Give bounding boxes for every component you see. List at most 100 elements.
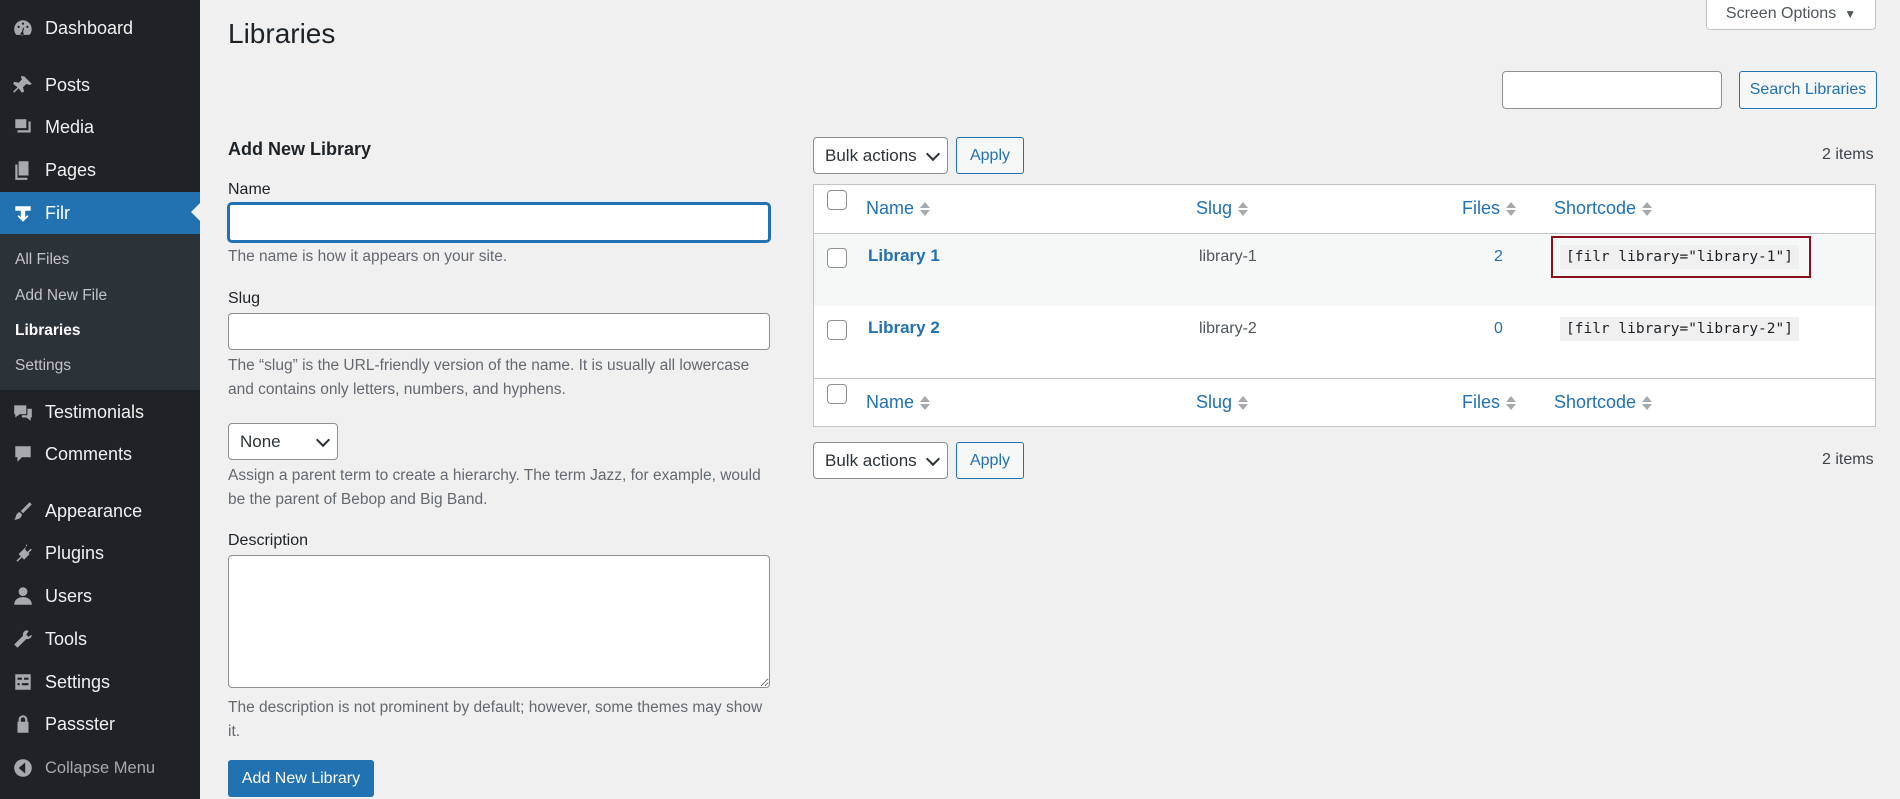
sidebar-item-label: Dashboard (45, 17, 134, 38)
table-row: Library 2 library-2 0 [filr library="lib… (814, 306, 1875, 378)
sort-icon (1642, 395, 1653, 410)
testimonials-icon (0, 401, 45, 423)
item-count-top: 2 items (1822, 146, 1874, 163)
caret-down-icon: ▼ (1844, 6, 1857, 21)
slug-input[interactable] (228, 313, 770, 350)
sidebar-item-pages[interactable]: Pages (0, 150, 200, 190)
description-help: The description is not prominent by defa… (228, 699, 763, 740)
column-label: Shortcode (1554, 392, 1637, 412)
collapse-menu-button[interactable]: Collapse Menu (0, 748, 200, 788)
sidebar-item-label: Settings (45, 671, 111, 692)
bulk-actions-select-top[interactable]: Bulk actions (813, 137, 948, 174)
lock-icon (0, 713, 45, 735)
admin-sidebar: Dashboard Posts Media Pages Filr All Fil… (0, 0, 200, 799)
name-help: The name is how it appears on your site. (228, 248, 508, 265)
description-textarea[interactable] (228, 555, 770, 688)
column-header-files[interactable]: Files (1462, 198, 1517, 219)
sidebar-item-label: Filr (45, 203, 70, 223)
sidebar-item-tools[interactable]: Tools (0, 619, 200, 659)
select-all-checkbox[interactable] (827, 190, 847, 210)
sidebar-item-plugins[interactable]: Plugins (0, 533, 200, 573)
row-checkbox[interactable] (827, 248, 847, 268)
submenu-add-new-file[interactable]: Add New File (15, 287, 107, 305)
screen-options-button[interactable]: Screen Options ▼ (1706, 0, 1876, 30)
column-footer-slug[interactable]: Slug (1196, 392, 1249, 413)
plug-icon (0, 542, 45, 564)
dashboard-icon (0, 17, 45, 39)
row-checkbox[interactable] (827, 320, 847, 340)
sidebar-item-label: Users (45, 585, 93, 606)
pages-icon (0, 159, 45, 181)
sidebar-item-filr[interactable]: Filr (0, 192, 200, 235)
sidebar-item-label: Testimonials (45, 401, 145, 422)
search-input[interactable] (1502, 71, 1722, 109)
download-icon (0, 203, 45, 225)
collapse-label: Collapse Menu (45, 758, 156, 777)
sidebar-item-label: Appearance (45, 500, 143, 521)
apply-button-top[interactable]: Apply (956, 137, 1024, 174)
parent-help: Assign a parent term to create a hierarc… (228, 467, 761, 508)
column-header-name[interactable]: Name (866, 198, 931, 219)
submenu-all-files[interactable]: All Files (15, 251, 69, 269)
library-name-link[interactable]: Library 2 (868, 318, 940, 338)
slug-help: The “slug” is the URL-friendly version o… (228, 357, 750, 398)
sidebar-item-settings[interactable]: Settings (0, 662, 200, 702)
sidebar-item-appearance[interactable]: Appearance (0, 491, 200, 531)
sidebar-item-label: Pages (45, 159, 97, 180)
pushpin-icon (0, 74, 45, 96)
add-new-library-button[interactable]: Add New Library (228, 760, 374, 797)
collapse-icon (0, 757, 45, 779)
paintbrush-icon (0, 500, 45, 522)
sort-icon (920, 201, 931, 216)
sort-icon (1506, 201, 1517, 216)
column-header-shortcode[interactable]: Shortcode (1554, 198, 1653, 219)
parent-select-value: None (240, 431, 281, 451)
select-all-checkbox-footer[interactable] (827, 384, 847, 404)
page-title: Libraries (228, 18, 336, 49)
sidebar-item-testimonials[interactable]: Testimonials (0, 392, 200, 432)
name-input[interactable] (228, 203, 770, 242)
bulk-actions-select-bottom[interactable]: Bulk actions (813, 442, 948, 479)
sidebar-item-users[interactable]: Users (0, 576, 200, 616)
wrench-icon (0, 628, 45, 650)
comment-icon (0, 443, 45, 465)
column-header-slug[interactable]: Slug (1196, 198, 1249, 219)
apply-button-bottom[interactable]: Apply (956, 442, 1024, 479)
column-label: Slug (1196, 392, 1233, 412)
shortcode-highlight-box (1551, 236, 1811, 278)
column-footer-files[interactable]: Files (1462, 392, 1517, 413)
submenu-libraries[interactable]: Libraries (15, 322, 80, 340)
item-count-bottom: 2 items (1822, 451, 1874, 468)
parent-select[interactable]: None (228, 423, 338, 460)
library-slug: library-2 (1199, 320, 1257, 337)
sort-icon (1238, 201, 1249, 216)
library-files-count[interactable]: 0 (1494, 320, 1503, 338)
sidebar-item-label: Posts (45, 74, 91, 95)
column-label: Slug (1196, 198, 1233, 218)
sidebar-item-passster[interactable]: Passster (0, 704, 200, 744)
library-name-link[interactable]: Library 1 (868, 246, 940, 266)
bulk-actions-label: Bulk actions (825, 145, 917, 165)
column-label: Name (866, 392, 915, 412)
libraries-table: Name Slug Files Shortcode Library 1 libr… (813, 184, 1876, 427)
sort-icon (1642, 201, 1653, 216)
bulk-actions-label: Bulk actions (825, 450, 917, 470)
user-icon (0, 585, 45, 607)
sidebar-item-posts[interactable]: Posts (0, 65, 200, 105)
sidebar-item-media[interactable]: Media (0, 107, 200, 147)
submenu-settings[interactable]: Settings (15, 357, 71, 375)
media-icon (0, 116, 45, 138)
library-files-count[interactable]: 2 (1494, 248, 1503, 266)
sidebar-item-dashboard[interactable]: Dashboard (0, 8, 200, 48)
search-libraries-button[interactable]: Search Libraries (1739, 71, 1877, 109)
sidebar-item-comments[interactable]: Comments (0, 434, 200, 474)
column-label: Name (866, 198, 915, 218)
sidebar-item-label: Media (45, 116, 95, 137)
sidebar-item-label: Passster (45, 713, 116, 734)
library-shortcode: [filr library="library-2"] (1560, 317, 1799, 341)
column-footer-name[interactable]: Name (866, 392, 931, 413)
chevron-down-icon (315, 432, 331, 447)
column-footer-shortcode[interactable]: Shortcode (1554, 392, 1653, 413)
settings-icon (0, 671, 45, 693)
slug-label: Slug (228, 290, 261, 307)
